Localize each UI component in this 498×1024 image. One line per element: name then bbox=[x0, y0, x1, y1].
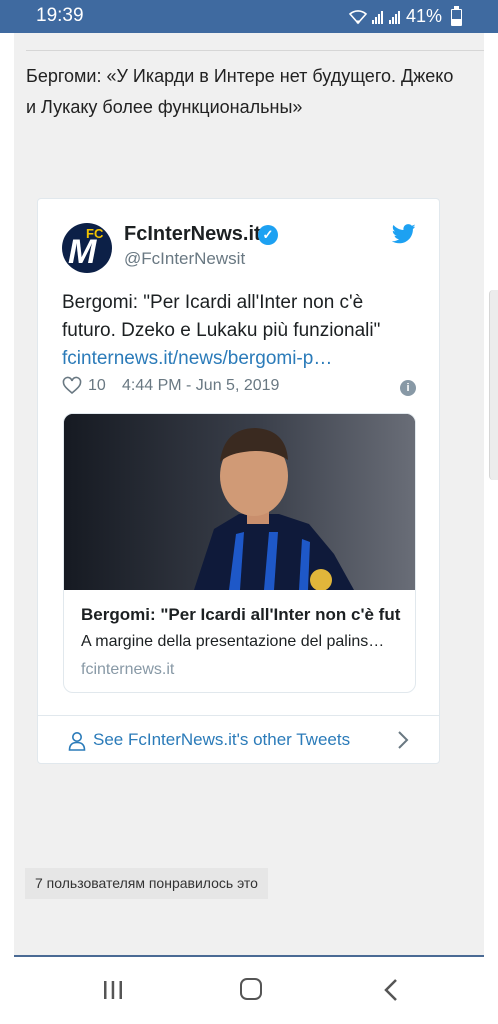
edge-panel-handle[interactable] bbox=[489, 290, 498, 480]
status-indicators: 41% bbox=[348, 6, 458, 27]
twitter-bird-icon[interactable] bbox=[392, 223, 416, 245]
post-text: Бергоми: «У Икарди в Интере нет будущего… bbox=[26, 66, 454, 117]
tweet-text: Bergomi: "Per Icardi all'Inter non c'è f… bbox=[62, 289, 422, 373]
signal-icon bbox=[371, 10, 383, 24]
chevron-right-icon[interactable] bbox=[397, 730, 409, 750]
back-icon[interactable] bbox=[382, 977, 400, 1003]
divider bbox=[26, 50, 484, 51]
tweet-footer[interactable]: See FcInterNews.it's other Tweets bbox=[38, 715, 439, 764]
link-card[interactable]: Bergomi: "Per Icardi all'Inter non c'è f… bbox=[63, 413, 416, 693]
avatar-letters: FC bbox=[86, 226, 104, 241]
heart-icon[interactable] bbox=[62, 376, 82, 396]
card-title: Bergomi: "Per Icardi all'Inter non c'è f… bbox=[81, 605, 401, 624]
card-domain: fcinternews.it bbox=[81, 661, 175, 678]
tweet-body: Bergomi: "Per Icardi all'Inter non c'è f… bbox=[62, 292, 381, 341]
other-tweets-link[interactable]: See FcInterNews.it's other Tweets bbox=[93, 730, 350, 750]
info-icon[interactable]: i bbox=[400, 380, 416, 396]
person-icon bbox=[68, 732, 86, 751]
embedded-tweet[interactable]: M FC FcInterNews.it ✓ @FcInterNewsit Ber… bbox=[37, 198, 440, 764]
recents-icon[interactable] bbox=[102, 979, 124, 1001]
wifi-icon bbox=[348, 9, 368, 24]
tweet-timestamp[interactable]: 4:44 PM - Jun 5, 2019 bbox=[122, 377, 279, 395]
display-name[interactable]: FcInterNews.it bbox=[124, 223, 261, 246]
avatar[interactable]: M FC bbox=[62, 223, 112, 273]
likes-note[interactable]: 7 пользователям понравилось это bbox=[25, 868, 268, 899]
battery-percent: 41% bbox=[405, 6, 442, 26]
card-description: A margine della presentazione del palins… bbox=[81, 633, 385, 650]
tweet-link[interactable]: fcinternews.it/news/bergomi-p… bbox=[62, 348, 332, 369]
status-bar: 19:39 41% bbox=[0, 0, 498, 33]
handle[interactable]: @FcInterNewsit bbox=[124, 249, 245, 269]
verified-icon: ✓ bbox=[258, 225, 278, 245]
tweet-meta: 10 4:44 PM - Jun 5, 2019 i bbox=[62, 376, 416, 400]
battery-icon bbox=[451, 6, 462, 26]
card-image bbox=[64, 414, 415, 590]
signal-icon bbox=[388, 10, 400, 24]
like-count: 10 bbox=[88, 377, 106, 394]
status-time: 19:39 bbox=[36, 5, 84, 26]
home-icon[interactable] bbox=[240, 978, 262, 1000]
navigation-bar bbox=[0, 957, 498, 1024]
player-photo bbox=[64, 414, 415, 590]
